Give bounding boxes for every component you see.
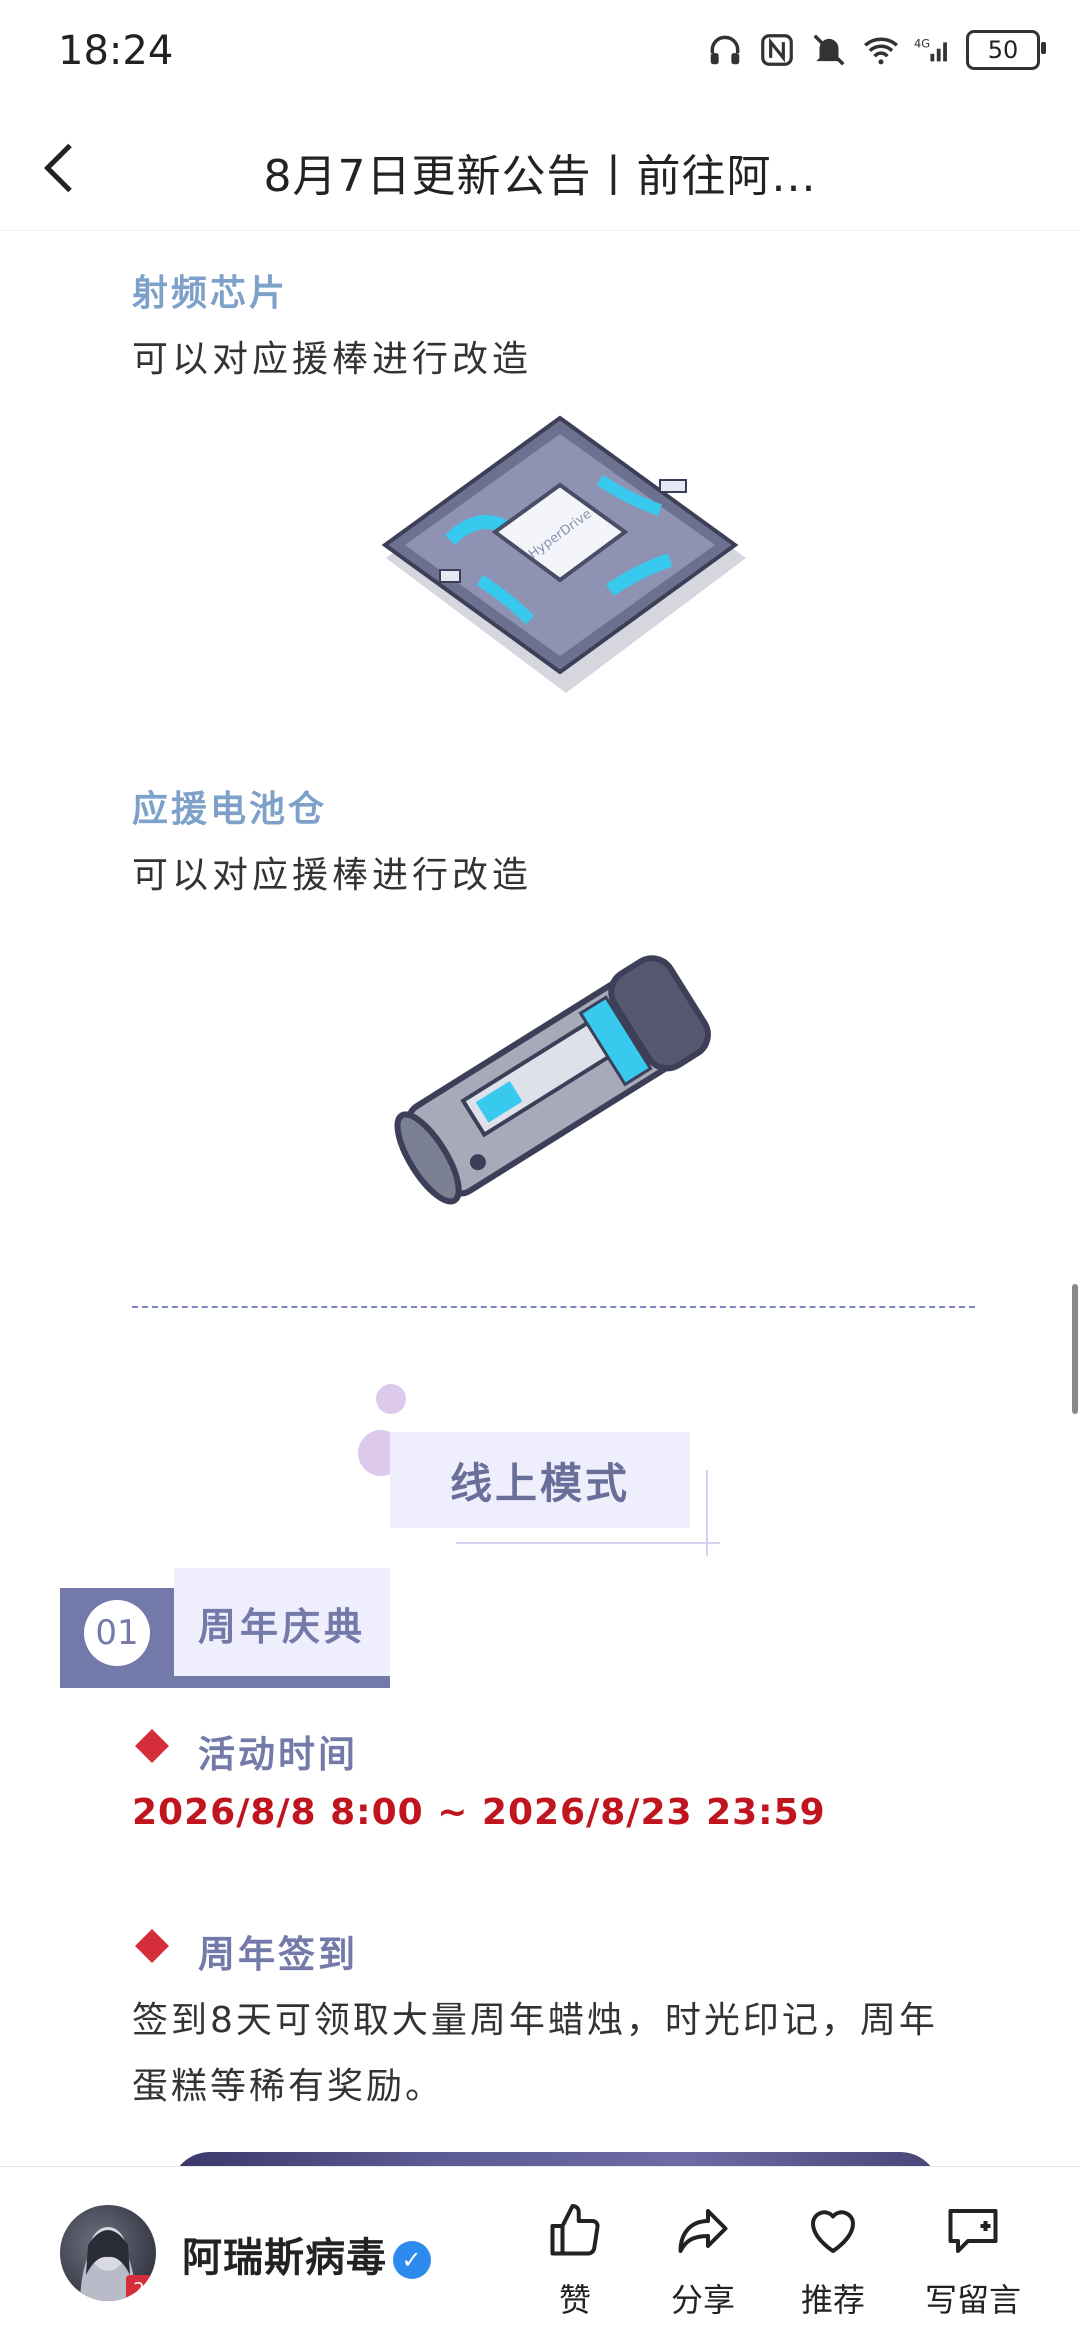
svg-text:4G: 4G bbox=[914, 36, 930, 50]
svg-text:2: 2 bbox=[133, 2279, 144, 2300]
rf-chip-image: HyperDrive bbox=[381, 415, 746, 693]
status-time: 18:24 bbox=[58, 28, 174, 74]
item-desc-battery: 可以对应援棒进行改造 bbox=[132, 855, 533, 896]
checkin-description: 签到8天可领取大量周年蜡烛，时光印记，周年蛋糕等稀有奖励。 bbox=[132, 2000, 938, 2107]
section-number: 01 bbox=[84, 1600, 150, 1666]
diamond-icon bbox=[135, 1729, 169, 1763]
author-name-row[interactable]: 阿瑞斯病毒 ✓ bbox=[182, 2225, 431, 2283]
nfc-icon bbox=[761, 34, 793, 66]
share-label: 分享 bbox=[670, 2281, 735, 2319]
recommend-button[interactable]: 推荐 bbox=[778, 2201, 888, 2321]
share-button[interactable]: 分享 bbox=[648, 2201, 758, 2321]
back-arrow-icon[interactable] bbox=[30, 138, 90, 198]
section-divider bbox=[132, 1306, 975, 1308]
like-label: 赞 bbox=[558, 2281, 591, 2319]
author-avatar[interactable]: 2 bbox=[60, 2205, 156, 2301]
bottom-action-bar: 2 阿瑞斯病毒 ✓ 赞 分享 推荐 写留言 bbox=[0, 2166, 1080, 2341]
comment-add-icon bbox=[948, 2209, 998, 2253]
activity-time-value: 2026/8/8 8:00 ~ 2026/8/23 23:59 bbox=[132, 1792, 826, 1833]
diamond-icon bbox=[135, 1929, 169, 1963]
status-icons: 4G 50 bbox=[706, 30, 1046, 70]
avatar-portrait: 2 bbox=[80, 2227, 152, 2301]
comment-label: 写留言 bbox=[924, 2281, 1021, 2319]
mute-bell-icon bbox=[813, 34, 845, 66]
verified-badge-icon: ✓ bbox=[393, 2241, 431, 2279]
battery-cell-image bbox=[394, 955, 711, 1205]
checkin-heading: 周年签到 bbox=[198, 1933, 358, 1976]
thumbs-up-icon bbox=[550, 2204, 600, 2256]
article-title: 8月7日更新公告丨前往阿... bbox=[263, 151, 817, 202]
mode-heading-label: 线上模式 bbox=[449, 1458, 630, 1508]
decor-line bbox=[706, 1470, 708, 1556]
signal-4g-icon: 4G bbox=[914, 36, 947, 62]
comment-button[interactable]: 写留言 bbox=[908, 2201, 1038, 2321]
scrollbar[interactable] bbox=[1072, 1284, 1078, 1414]
activity-time-heading: 活动时间 bbox=[198, 1733, 358, 1776]
item-desc-rf-chip: 可以对应援棒进行改造 bbox=[132, 339, 533, 380]
author-name[interactable]: 阿瑞斯病毒 bbox=[182, 2235, 387, 2281]
item-title-battery: 应援电池仓 bbox=[132, 789, 328, 830]
share-arrow-icon bbox=[678, 2209, 728, 2253]
section-title: 周年庆典 bbox=[198, 1605, 367, 1649]
status-bar: 18:24 4G 50 bbox=[0, 0, 1080, 100]
mode-heading: 线上模式 bbox=[390, 1432, 690, 1528]
headphones-icon bbox=[710, 35, 740, 65]
battery-indicator: 50 bbox=[966, 30, 1046, 70]
heart-icon bbox=[811, 2210, 855, 2253]
item-title-rf-chip: 射频芯片 bbox=[132, 273, 289, 314]
decor-line bbox=[456, 1542, 720, 1544]
wifi-icon bbox=[864, 37, 898, 65]
like-button[interactable]: 赞 bbox=[520, 2201, 630, 2321]
decor-dot bbox=[376, 1384, 406, 1414]
nav-bar: 8月7日更新公告丨前往阿... bbox=[0, 100, 1080, 230]
recommend-label: 推荐 bbox=[800, 2281, 865, 2319]
